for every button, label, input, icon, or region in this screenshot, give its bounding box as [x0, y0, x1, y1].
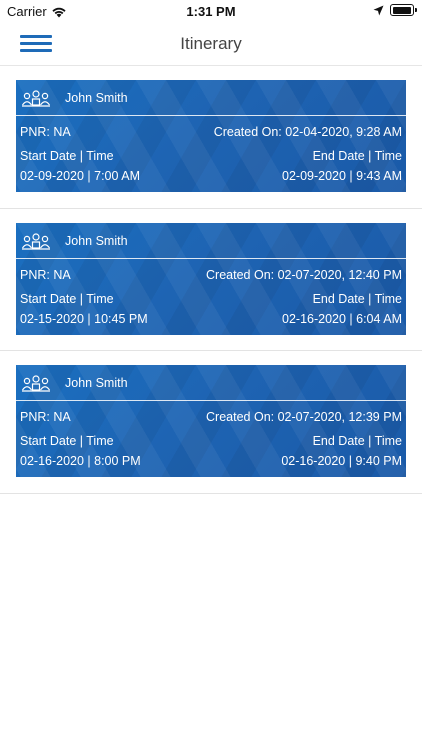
created-on-label: Created On: 02-07-2020, 12:39 PM: [206, 410, 402, 424]
page-title: Itinerary: [180, 34, 242, 53]
pnr-row: PNR: NA Created On: 02-07-2020, 12:39 PM: [20, 410, 402, 424]
end-date-header: End Date | Time: [312, 149, 402, 163]
start-date-value: 02-16-2020 | 8:00 PM: [20, 454, 141, 468]
created-on-label: Created On: 02-07-2020, 12:40 PM: [206, 267, 402, 282]
date-header-row: Start Date | Time End Date | Time: [20, 149, 402, 163]
date-value-row: 02-16-2020 | 8:00 PM 02-16-2020 | 9:40 P…: [20, 454, 402, 468]
passengers-icon: [22, 90, 50, 107]
date-header-row: Start Date | Time End Date | Time: [20, 434, 402, 448]
card-header: John Smith: [16, 80, 406, 116]
card-header: John Smith: [16, 223, 406, 259]
date-value-row: 02-15-2020 | 10:45 PM 02-16-2020 | 6:04 …: [20, 312, 402, 326]
date-header-row: Start Date | Time End Date | Time: [20, 292, 402, 306]
passenger-name: John Smith: [65, 233, 128, 248]
end-date-header: End Date | Time: [312, 291, 402, 306]
pnr-label: PNR: NA: [20, 410, 71, 424]
location-arrow-icon: [373, 5, 384, 15]
end-date-value: 02-09-2020 | 9:43 AM: [282, 169, 402, 183]
itinerary-card[interactable]: John Smith PNR: NA Created On: 02-07-202…: [16, 222, 406, 335]
pnr-row: PNR: NA Created On: 02-04-2020, 9:28 AM: [20, 125, 402, 139]
end-date-value: 02-16-2020 | 6:04 AM: [282, 311, 402, 326]
end-date-value: 02-16-2020 | 9:40 PM: [281, 454, 402, 468]
list-item: John Smith PNR: NA Created On: 02-07-202…: [0, 209, 422, 351]
nav-bar: Itinerary: [0, 22, 422, 66]
status-bar: Carrier 1:31 PM: [0, 0, 422, 22]
pnr-label: PNR: NA: [20, 267, 71, 282]
card-header: John Smith: [16, 365, 406, 401]
start-date-header: Start Date | Time: [20, 291, 114, 306]
clock: 1:31 PM: [186, 4, 236, 19]
itinerary-card[interactable]: John Smith PNR: NA Created On: 02-04-202…: [16, 80, 406, 192]
itinerary-list: John Smith PNR: NA Created On: 02-04-202…: [0, 66, 422, 494]
pnr-label: PNR: NA: [20, 125, 71, 139]
passengers-icon: [22, 232, 50, 250]
itinerary-card[interactable]: John Smith PNR: NA Created On: 02-07-202…: [16, 365, 406, 477]
list-item: John Smith PNR: NA Created On: 02-04-202…: [0, 66, 422, 209]
list-item: John Smith PNR: NA Created On: 02-07-202…: [0, 351, 422, 494]
start-date-value: 02-09-2020 | 7:00 AM: [20, 169, 140, 183]
created-on-label: Created On: 02-04-2020, 9:28 AM: [213, 125, 402, 139]
start-date-header: Start Date | Time: [20, 149, 114, 163]
end-date-header: End Date | Time: [312, 434, 402, 448]
battery-icon: [390, 4, 417, 16]
status-indicators: [373, 4, 417, 16]
passenger-name: John Smith: [65, 376, 128, 390]
start-date-header: Start Date | Time: [20, 434, 114, 448]
pnr-row: PNR: NA Created On: 02-07-2020, 12:40 PM: [20, 268, 402, 282]
passenger-name: John Smith: [65, 91, 128, 105]
start-date-value: 02-15-2020 | 10:45 PM: [20, 311, 148, 326]
date-value-row: 02-09-2020 | 7:00 AM 02-09-2020 | 9:43 A…: [20, 169, 402, 183]
passengers-icon: [22, 375, 50, 392]
